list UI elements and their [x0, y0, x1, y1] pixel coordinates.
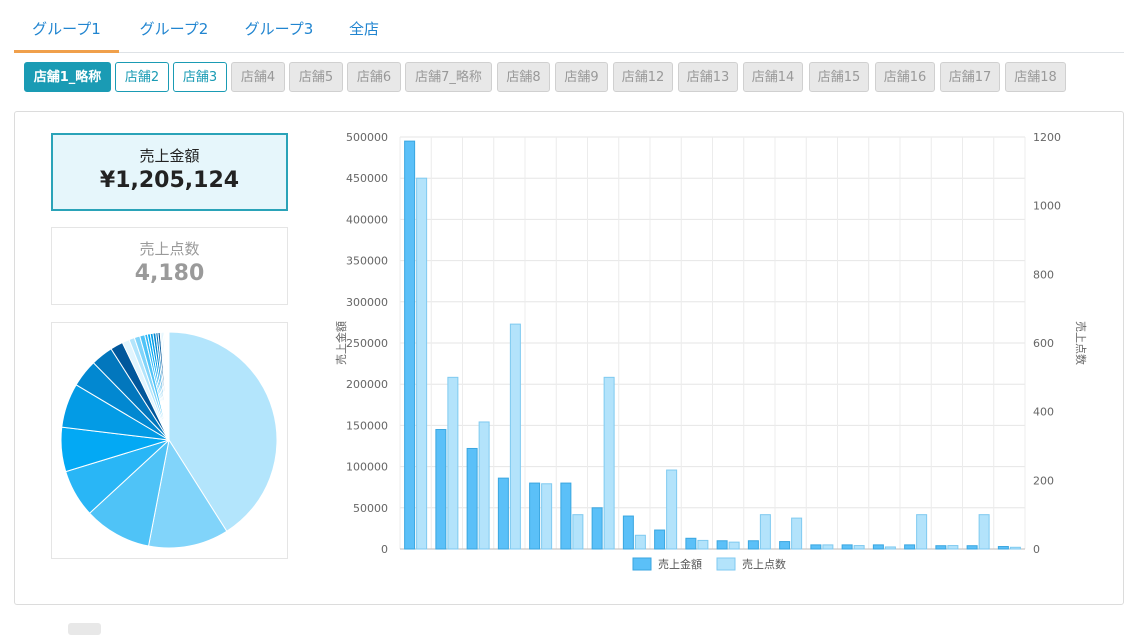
sales-quantity-value: 4,180 — [52, 261, 287, 286]
sales-quantity-label: 売上点数 — [52, 238, 287, 259]
tab-group2[interactable]: グループ2 — [124, 0, 224, 50]
bar-quantity — [1010, 547, 1020, 549]
store-button-4[interactable]: 店舗4 — [231, 62, 285, 92]
bar-sales — [780, 542, 790, 549]
y-left-tick-label: 250000 — [346, 337, 388, 350]
tab-group1[interactable]: グループ1 — [14, 0, 119, 53]
legend-label-sales: 売上金額 — [658, 557, 702, 571]
bottom-button[interactable] — [68, 623, 101, 635]
bar-quantity — [948, 546, 958, 549]
bar-sales — [748, 541, 758, 549]
tab-group3[interactable]: グループ3 — [229, 0, 329, 50]
bar-quantity — [417, 178, 427, 549]
bar-quantity — [854, 546, 864, 549]
bar-sales — [842, 545, 852, 549]
tab-all-stores[interactable]: 全店 — [334, 0, 394, 50]
y-right-tick-label: 400 — [1033, 406, 1054, 419]
bar-quantity — [448, 377, 458, 549]
store-button-18[interactable]: 店舗18 — [1005, 62, 1066, 92]
dashboard-panel: 売上金額 ¥1,205,124 売上点数 4,180 0 50000 100000 1… — [14, 111, 1124, 605]
store-button-8[interactable]: 店舗8 — [497, 62, 550, 92]
store-button-7[interactable]: 店舗7_略称 — [405, 62, 492, 92]
y-right-axis-label: 売上点数 — [1074, 321, 1087, 365]
bar-quantity — [479, 422, 489, 549]
bar-quantity — [885, 547, 895, 549]
store-button-17[interactable]: 店舗17 — [940, 62, 1000, 92]
bar-sales — [530, 483, 540, 549]
bar-quantity — [542, 484, 552, 549]
store-button-14[interactable]: 店舗14 — [743, 62, 803, 92]
bar-quantity — [792, 518, 802, 549]
pie-chart — [52, 323, 287, 558]
bar-sales — [811, 545, 821, 549]
y-left-tick-label: 50000 — [353, 502, 388, 515]
bar-quantity — [979, 515, 989, 549]
store-button-1[interactable]: 店舗1_略称 — [24, 62, 111, 92]
bar-quantity — [667, 470, 677, 549]
y-left-tick-label: 500000 — [346, 131, 388, 144]
bar-sales — [498, 478, 508, 549]
bar-sales — [623, 516, 633, 549]
bar-quantity — [698, 540, 708, 549]
legend-swatch-sales — [633, 558, 651, 570]
bar-sales — [967, 546, 977, 549]
store-button-6[interactable]: 店舗6 — [347, 62, 401, 92]
store-button-2[interactable]: 店舗2 — [115, 62, 169, 92]
y-left-tick-label: 200000 — [346, 378, 388, 391]
store-button-3[interactable]: 店舗3 — [173, 62, 227, 92]
bar-sales — [873, 545, 883, 549]
bar-sales — [717, 541, 727, 549]
bar-sales — [467, 448, 477, 549]
store-button-12[interactable]: 店舗12 — [613, 62, 673, 92]
bar-quantity — [823, 545, 833, 549]
y-right-tick-label: 1200 — [1033, 131, 1061, 144]
pie-chart-box — [51, 322, 288, 559]
bar-quantity — [917, 515, 927, 549]
y-left-tick-label: 450000 — [346, 172, 388, 185]
sales-amount-card[interactable]: 売上金額 ¥1,205,124 — [51, 133, 288, 211]
y-left-tick-label: 300000 — [346, 296, 388, 309]
sales-amount-value: ¥1,205,124 — [53, 168, 286, 193]
bar-quantity — [635, 535, 645, 549]
y-right-tick-label: 800 — [1033, 268, 1054, 281]
bar-chart-svg: 0 50000 100000 150000 200000 250000 300000 3500… — [315, 124, 1105, 594]
y-right-tick-label: 600 — [1033, 337, 1054, 350]
bar-quantity — [604, 377, 614, 549]
bar-quantity — [760, 515, 770, 549]
sales-amount-label: 売上金額 — [53, 145, 286, 166]
bar-sales — [561, 483, 571, 549]
bar-sales — [436, 430, 446, 549]
y-right-tick-label: 200 — [1033, 474, 1054, 487]
store-button-15[interactable]: 店舗15 — [809, 62, 869, 92]
y-right-tick-label: 0 — [1033, 543, 1040, 556]
bar-sales — [905, 545, 915, 549]
bar-quantity — [510, 324, 520, 549]
bar-chart: 0 50000 100000 150000 200000 250000 300000 3500… — [315, 124, 1105, 594]
bar-quantity — [729, 542, 739, 549]
bar-sales — [936, 546, 946, 549]
y-left-tick-label: 0 — [381, 543, 388, 556]
y-right-tick-label: 1000 — [1033, 200, 1061, 213]
bar-sales — [998, 547, 1008, 549]
bar-sales — [655, 530, 665, 549]
sales-quantity-card[interactable]: 売上点数 4,180 — [51, 227, 288, 305]
y-left-tick-label: 400000 — [346, 213, 388, 226]
legend-swatch-quantity — [717, 558, 735, 570]
store-button-16[interactable]: 店舗16 — [875, 62, 935, 92]
y-left-tick-label: 150000 — [346, 419, 388, 432]
y-left-axis-label: 売上金額 — [334, 321, 348, 365]
store-button-5[interactable]: 店舗5 — [289, 62, 343, 92]
legend-label-quantity: 売上点数 — [742, 558, 786, 571]
bar-sales — [592, 508, 602, 549]
store-button-13[interactable]: 店舗13 — [678, 62, 738, 92]
y-left-tick-label: 350000 — [346, 255, 388, 268]
store-button-9[interactable]: 店舗9 — [555, 62, 608, 92]
bar-sales — [686, 538, 696, 549]
group-tabs: グループ1 グループ2 グループ3 全店 — [14, 0, 1124, 53]
bar-quantity — [573, 515, 583, 549]
y-left-tick-label: 100000 — [346, 461, 388, 474]
bar-sales — [405, 141, 415, 549]
